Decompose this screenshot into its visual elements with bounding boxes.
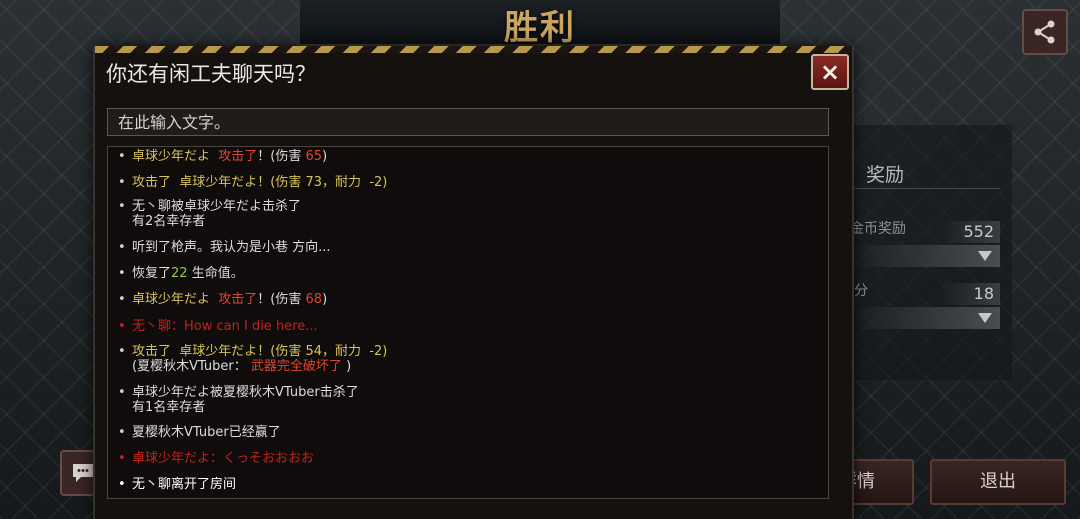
list-item: • 恢复了22 生命值。 xyxy=(118,266,244,281)
stat2-dropdown[interactable] xyxy=(850,307,1000,329)
stat2-value: 18 xyxy=(940,283,1000,305)
list-item: • 攻击了 卓球少年だよ！(伤害 73，耐力 -2) xyxy=(118,175,388,190)
list-item: • 夏樱秋木VTuber已经赢了 xyxy=(118,425,281,440)
victory-title: 胜利 xyxy=(504,8,576,48)
share-icon xyxy=(1034,20,1055,44)
close-button[interactable]: × xyxy=(811,54,849,90)
list-item: • 无丶聊离开了房间 xyxy=(118,477,237,492)
chat-log[interactable]: • 卓球少年だよ 攻击了！(伤害 65) • 攻击了 卓球少年だよ！(伤害 73，耐… xyxy=(107,146,829,499)
list-item: • 卓球少年だよ 攻击了！(伤害 68) xyxy=(118,292,328,307)
list-item: • 无丶聊：How can I die here... xyxy=(118,319,318,334)
list-item: • 攻击了 卓球少年だよ！(伤害 54，耐力 -2) (夏樱秋木VTuber： 武… xyxy=(118,344,388,374)
chat-dialog: 你还有闲工夫聊天吗？ × •卓球少年だよ 攻击了！(伤害 65) •攻击了 卓球… xyxy=(93,46,854,519)
chevron-down-icon xyxy=(978,313,992,323)
stat1-dropdown[interactable] xyxy=(850,245,1000,267)
list-item: • 卓球少年だよ 攻击了！(伤害 65) xyxy=(118,149,328,164)
reward-label: 奖励 xyxy=(866,164,905,186)
list-item: • 无丶聊被卓球少年だよ击杀了 有2名幸存者 xyxy=(118,199,302,229)
list-item: • 卓球少年だよ：くっそおおおお xyxy=(118,451,315,466)
stat1-label: 金币奖励 xyxy=(850,221,906,237)
exit-button[interactable]: 退出 xyxy=(930,459,1066,505)
chevron-down-icon xyxy=(978,251,992,261)
hazard-strip xyxy=(95,46,852,53)
dialog-title: 你还有闲工夫聊天吗？ xyxy=(106,62,316,86)
chat-input[interactable] xyxy=(107,108,829,136)
list-item: • 卓球少年だよ被夏樱秋木VTuber击杀了 有1名幸存者 xyxy=(118,385,359,415)
list-item: • 听到了枪声。我认为是小巷 方向... xyxy=(118,240,331,255)
close-icon: × xyxy=(819,58,841,86)
share-button[interactable] xyxy=(1022,9,1068,55)
stat1-value: 552 xyxy=(940,221,1000,243)
